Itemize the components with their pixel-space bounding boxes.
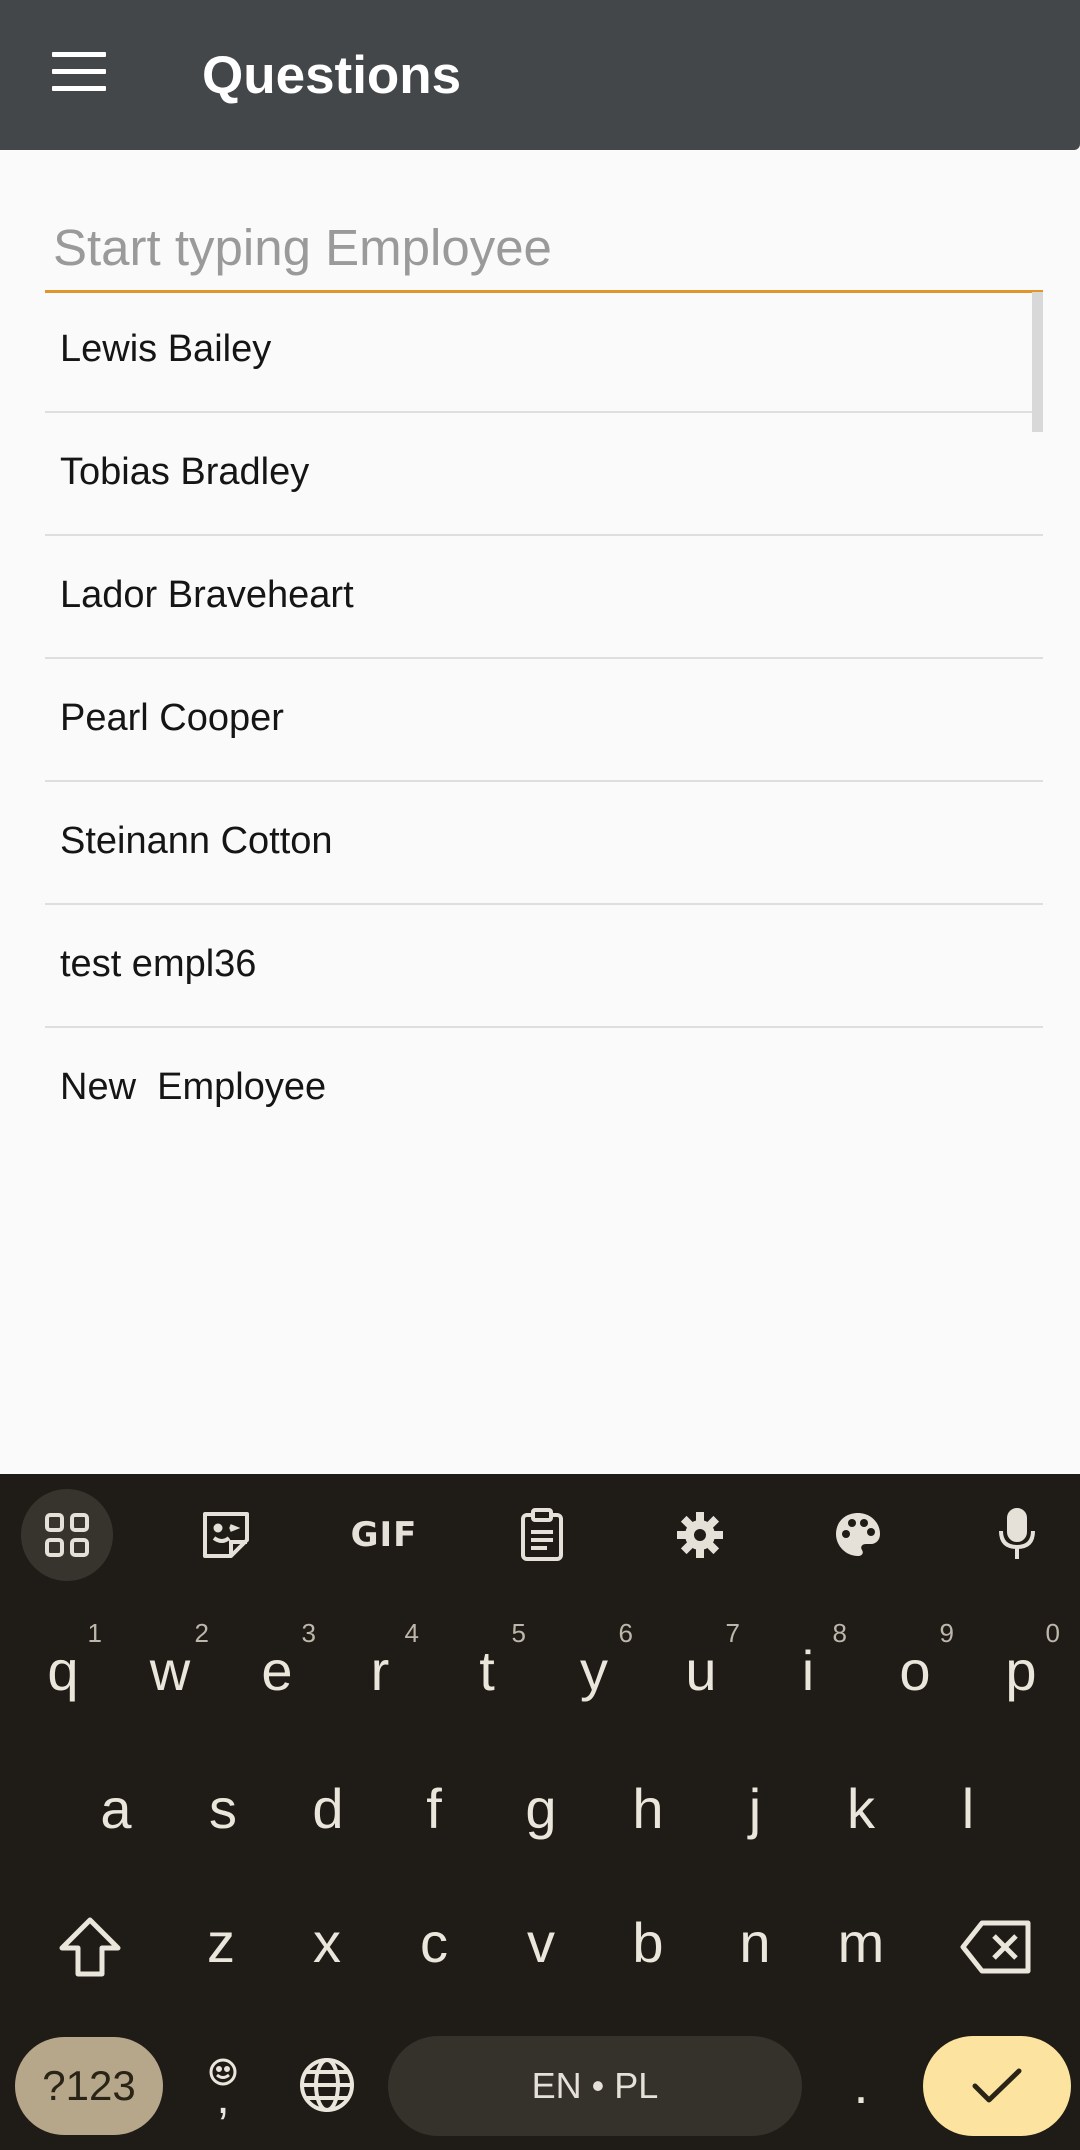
backspace-icon bbox=[960, 1920, 1031, 1974]
backspace-key[interactable] bbox=[946, 1892, 1046, 2002]
key-i[interactable]: i8 bbox=[759, 1618, 857, 1730]
key-p[interactable]: p0 bbox=[972, 1618, 1070, 1730]
sticker-icon[interactable] bbox=[180, 1489, 272, 1581]
employee-name: Steinann Cotton bbox=[60, 820, 333, 862]
employee-name: Lewis Bailey bbox=[60, 328, 272, 370]
enter-key[interactable] bbox=[923, 2036, 1071, 2136]
key-c[interactable]: c bbox=[385, 1892, 483, 2002]
key-letter: l bbox=[961, 1777, 975, 1840]
language-switch-key[interactable] bbox=[282, 2030, 372, 2140]
employee-name: Lador Braveheart bbox=[60, 574, 354, 616]
key-l[interactable]: l bbox=[919, 1758, 1017, 1868]
key-f[interactable]: f bbox=[385, 1758, 483, 1868]
key-hint: 2 bbox=[194, 1618, 209, 1648]
key-hint: 5 bbox=[511, 1618, 526, 1648]
microphone-icon[interactable] bbox=[971, 1489, 1063, 1581]
list-item[interactable]: test empl36 bbox=[45, 905, 1043, 1028]
employee-name: test empl36 bbox=[60, 943, 257, 985]
list-item[interactable]: Steinann Cotton bbox=[45, 782, 1043, 905]
period-key[interactable]: . bbox=[820, 2030, 902, 2140]
key-r[interactable]: r4 bbox=[331, 1618, 429, 1730]
space-bar[interactable]: EN • PL bbox=[388, 2036, 802, 2136]
key-letter: s bbox=[209, 1777, 237, 1840]
key-e[interactable]: e3 bbox=[228, 1618, 326, 1730]
checkmark-icon bbox=[972, 2068, 1022, 2103]
key-s[interactable]: s bbox=[174, 1758, 272, 1868]
key-letter: j bbox=[748, 1777, 762, 1840]
key-t[interactable]: t5 bbox=[438, 1618, 536, 1730]
employee-name: Pearl Cooper bbox=[60, 697, 284, 739]
key-letter: f bbox=[426, 1777, 442, 1840]
employee-search-field bbox=[45, 205, 1043, 293]
key-letter: b bbox=[632, 1911, 664, 1974]
list-scrollbar[interactable] bbox=[1032, 292, 1043, 432]
key-q[interactable]: q1 bbox=[14, 1618, 112, 1730]
palette-icon[interactable] bbox=[812, 1489, 904, 1581]
globe-icon bbox=[300, 2058, 354, 2112]
key-k[interactable]: k bbox=[812, 1758, 910, 1868]
key-z[interactable]: z bbox=[172, 1892, 270, 2002]
list-item[interactable]: Lador Braveheart bbox=[45, 536, 1043, 659]
symbols-key[interactable]: ?123 bbox=[15, 2037, 163, 2135]
key-m[interactable]: m bbox=[812, 1892, 910, 2002]
key-letter: g bbox=[525, 1777, 557, 1840]
key-j[interactable]: j bbox=[706, 1758, 804, 1868]
key-letter: x bbox=[313, 1911, 341, 1974]
page-title: Questions bbox=[202, 46, 462, 105]
key-b[interactable]: b bbox=[599, 1892, 697, 2002]
key-n[interactable]: n bbox=[706, 1892, 804, 2002]
list-item[interactable]: Tobias Bradley bbox=[45, 413, 1043, 536]
key-u[interactable]: u7 bbox=[652, 1618, 750, 1730]
key-letter: z bbox=[207, 1911, 235, 1974]
list-item[interactable]: Lewis Bailey bbox=[45, 290, 1043, 413]
app-bar: Questions bbox=[0, 0, 1080, 150]
key-h[interactable]: h bbox=[599, 1758, 697, 1868]
key-d[interactable]: d bbox=[279, 1758, 377, 1868]
key-y[interactable]: y6 bbox=[545, 1618, 643, 1730]
list-item[interactable]: New Employee bbox=[45, 1028, 1043, 1149]
hamburger-menu-icon[interactable] bbox=[52, 52, 106, 92]
key-a[interactable]: a bbox=[67, 1758, 165, 1868]
employee-name: Tobias Bradley bbox=[60, 451, 310, 493]
employee-search-input[interactable] bbox=[45, 205, 1043, 290]
employee-suggestion-list: Lewis Bailey Tobias Bradley Lador Braveh… bbox=[45, 290, 1043, 1149]
key-hint: 7 bbox=[725, 1618, 740, 1648]
key-hint: 8 bbox=[832, 1618, 847, 1648]
key-letter: k bbox=[847, 1777, 875, 1840]
shift-key[interactable] bbox=[40, 1892, 140, 2002]
list-item[interactable]: Pearl Cooper bbox=[45, 659, 1043, 782]
key-o[interactable]: o9 bbox=[866, 1618, 964, 1730]
comma-label: , bbox=[216, 2071, 230, 2124]
key-v[interactable]: v bbox=[492, 1892, 590, 2002]
apps-grid-icon[interactable] bbox=[21, 1489, 113, 1581]
key-letter: v bbox=[527, 1911, 555, 1974]
shift-arrow-icon bbox=[59, 1917, 121, 1977]
key-w[interactable]: w2 bbox=[121, 1618, 219, 1730]
key-letter: m bbox=[837, 1911, 885, 1974]
key-hint: 6 bbox=[618, 1618, 633, 1648]
key-g[interactable]: g bbox=[492, 1758, 590, 1868]
key-x[interactable]: x bbox=[278, 1892, 376, 2002]
emoji-comma-key[interactable]: , bbox=[182, 2030, 264, 2140]
gif-label: GIF bbox=[350, 1515, 418, 1555]
key-letter: a bbox=[100, 1777, 132, 1840]
employee-name: New Employee bbox=[60, 1066, 327, 1108]
key-hint: 1 bbox=[87, 1618, 102, 1648]
key-hint: 3 bbox=[301, 1618, 316, 1648]
key-hint: 4 bbox=[404, 1618, 419, 1648]
period-label: . bbox=[853, 2055, 869, 2115]
key-letter: c bbox=[420, 1911, 448, 1974]
clipboard-icon[interactable] bbox=[496, 1489, 588, 1581]
key-letter: d bbox=[312, 1777, 344, 1840]
key-letter: n bbox=[739, 1911, 771, 1974]
gif-icon[interactable]: GIF bbox=[338, 1489, 430, 1581]
key-letter: h bbox=[632, 1777, 664, 1840]
settings-gear-icon[interactable] bbox=[654, 1489, 746, 1581]
key-hint: 9 bbox=[939, 1618, 954, 1648]
key-hint: 0 bbox=[1045, 1618, 1060, 1648]
